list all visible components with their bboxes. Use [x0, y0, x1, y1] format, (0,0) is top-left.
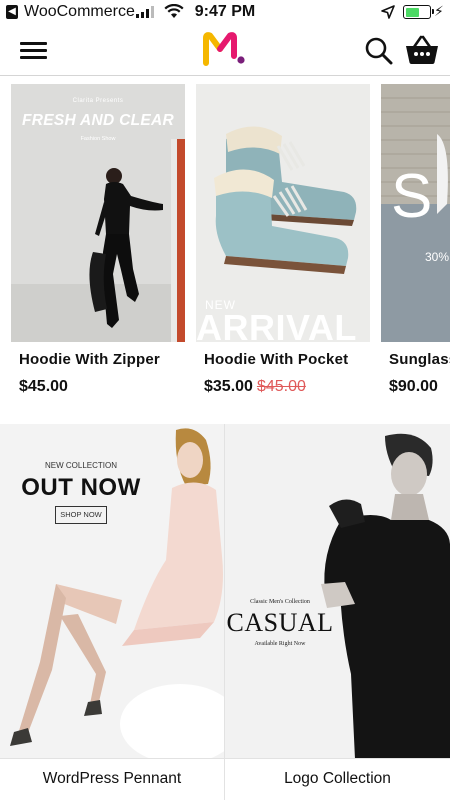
hamburger-menu-icon[interactable]	[20, 42, 47, 59]
product-price: $45.00	[11, 378, 185, 396]
product-price: $35.00 $45.00	[196, 378, 370, 396]
collection-label[interactable]: Logo Collection	[225, 759, 450, 800]
location-arrow-icon	[381, 5, 395, 19]
product-image[interactable]: NEW ARRIVAL	[196, 84, 370, 342]
collection-tile-pennant[interactable]: NEW COLLECTION OUT NOW SHOP NOW WordPres…	[0, 424, 224, 800]
product-image[interactable]: S 30%	[381, 84, 450, 342]
product-card[interactable]: NEW ARRIVAL Hoodie With Pocket $35.00 $45…	[196, 84, 370, 396]
current-price: $35.00	[204, 378, 253, 395]
battery-level	[405, 7, 420, 17]
old-price: $45.00	[256, 378, 306, 395]
shop-now-button[interactable]: SHOP NOW	[55, 506, 107, 524]
shopping-basket-icon[interactable]	[405, 35, 439, 65]
m-logo-icon[interactable]	[203, 32, 245, 66]
collection-headline: CASUAL	[226, 608, 334, 637]
product-title[interactable]: Hoodie With Pocket	[196, 351, 370, 368]
collection-kicker: Classic Men's Collection	[250, 599, 310, 605]
collection-image[interactable]: NEW COLLECTION OUT NOW SHOP NOW	[0, 424, 224, 759]
current-price: $45.00	[19, 378, 68, 395]
image-sale-percent: 30%	[425, 250, 450, 264]
product-price: $90.00	[381, 378, 450, 396]
image-headline-text: FRESH AND CLEAR	[21, 112, 175, 129]
product-card[interactable]: Clarita Presents FRESH AND CLEAR Fashion…	[11, 84, 185, 396]
collection-kicker: NEW COLLECTION	[44, 461, 117, 470]
product-image[interactable]: Clarita Presents FRESH AND CLEAR Fashion…	[11, 84, 185, 342]
product-title[interactable]: Hoodie With Zipper	[11, 351, 185, 368]
image-brand-text: Clarita Presents	[72, 98, 124, 104]
collection-label[interactable]: WordPress Pennant	[0, 759, 224, 800]
image-arrival-text: ARRIVAL	[196, 307, 357, 343]
image-sub-text: Fashion Show	[80, 136, 116, 142]
collection-tile-logo[interactable]: Classic Men's Collection CASUAL Availabl…	[225, 424, 450, 800]
collection-divider	[224, 424, 225, 800]
status-bar: ◀ WooCommerce 9:47 PM ⚡	[0, 0, 450, 24]
label-divider	[0, 758, 450, 759]
product-card[interactable]: S 30% Sunglass $90.00	[381, 84, 450, 396]
search-icon[interactable]	[364, 36, 394, 66]
image-sale-letter: S	[391, 162, 433, 231]
collection-image[interactable]: Classic Men's Collection CASUAL Availabl…	[225, 424, 450, 759]
collection-photo-man-in-black	[225, 424, 450, 759]
collection-headline: OUT NOW	[21, 474, 141, 501]
battery-icon	[403, 5, 434, 19]
product-title[interactable]: Sunglass	[381, 351, 450, 368]
app-header	[0, 24, 450, 76]
current-price: $90.00	[389, 378, 438, 395]
product-carousel[interactable]: Clarita Presents FRESH AND CLEAR Fashion…	[0, 84, 450, 414]
charging-bolt-icon: ⚡	[434, 3, 444, 19]
collection-sub: Available Right Now	[254, 641, 306, 647]
